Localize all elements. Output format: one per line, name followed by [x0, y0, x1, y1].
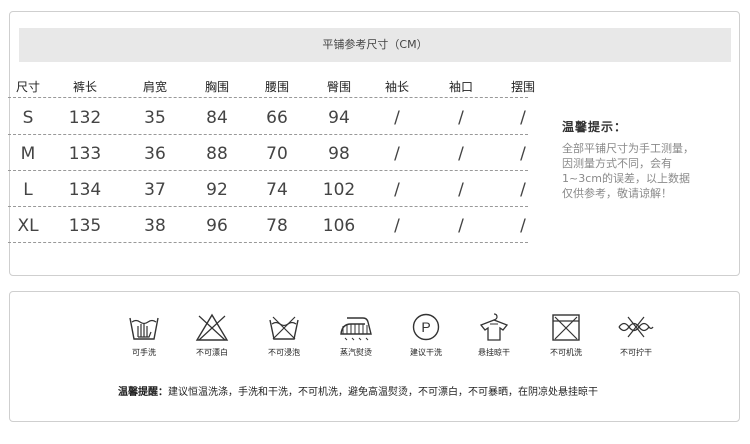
size-cell: XL [17, 216, 39, 236]
steam-iron-icon [340, 317, 372, 341]
table-cell: / [394, 108, 400, 128]
header-waist: 腰围 [264, 80, 289, 94]
table-header-row: 尺寸 裤长 肩宽 胸围 腰围 臀围 袖长 袖口 摆围 [8, 75, 535, 98]
tips-line: 1~3cm的误差，以上数据 [562, 172, 690, 185]
header-chest: 胸围 [204, 80, 229, 94]
tips-box: 温馨提示： 全部平铺尺寸为手工测量， 因测量方式不同，会有 1~3cm的误差，以… [562, 118, 722, 201]
care-label: 不可浸泡 [268, 348, 300, 357]
table-row: S 132 35 84 66 94 / / / [8, 101, 528, 135]
table-cell: 133 [68, 144, 102, 164]
header-size: 尺寸 [15, 80, 40, 94]
table-cell: 94 [328, 108, 350, 128]
tips-line: 因测量方式不同，会有 [562, 157, 672, 170]
care-item-no-soak: 不可浸泡 [252, 312, 316, 358]
table-cell: 106 [322, 216, 356, 236]
table-cell: / [458, 216, 464, 236]
hang-dry-icon [479, 313, 509, 341]
care-item-dry-clean: P 建议干洗 [394, 312, 458, 358]
header-pants-length: 裤长 [72, 80, 97, 94]
table-cell: / [458, 180, 464, 200]
table-cell: 37 [144, 180, 166, 200]
table-cell: 38 [144, 216, 166, 236]
table-cell: / [520, 180, 526, 200]
no-wring-icon [618, 316, 654, 338]
size-cell: M [20, 144, 36, 164]
care-note: 温馨提醒：建议恒温洗涤，手洗和干洗，不可机洗，避免高温熨烫，不可漂白，不可暴晒，… [118, 383, 718, 398]
care-item-steam-iron: 蒸汽熨烫 [324, 312, 388, 358]
table-cell: 134 [68, 180, 102, 200]
table-row: L 134 37 92 74 102 / / / [8, 173, 528, 207]
care-label: 不可机洗 [550, 348, 582, 357]
tips-title: 温馨提示： [562, 120, 628, 134]
table-cell: / [394, 216, 400, 236]
care-item-hang-dry: 悬挂晾干 [462, 312, 526, 358]
no-machine-wash-icon [552, 314, 580, 341]
table-row: XL 135 38 96 78 106 / / / [8, 209, 528, 243]
table-cell: 92 [206, 180, 228, 200]
table-cell: 96 [206, 216, 228, 236]
hand-wash-icon [129, 317, 159, 340]
table-cell: 66 [266, 108, 288, 128]
care-note-text: 建议恒温洗涤，手洗和干洗，不可机洗，避免高温熨烫，不可漂白，不可暴晒，在阴凉处悬… [168, 387, 598, 398]
care-label: 不可漂白 [196, 348, 228, 357]
table-row: M 133 36 88 70 98 / / / [8, 137, 528, 171]
table-cell: 78 [266, 216, 288, 236]
header-hip: 臀围 [326, 80, 351, 94]
header-shoulder: 肩宽 [142, 80, 167, 94]
table-cell: 98 [328, 144, 350, 164]
table-cell: 132 [68, 108, 102, 128]
dry-clean-icon: P [412, 313, 440, 341]
table-cell: / [520, 216, 526, 236]
care-note-label: 温馨提醒： [118, 387, 168, 398]
table-cell: 35 [144, 108, 166, 128]
table-cell: 102 [322, 180, 356, 200]
care-item-hand-wash: 可手洗 [112, 312, 176, 358]
table-cell: / [394, 180, 400, 200]
care-label: 可手洗 [132, 348, 156, 357]
care-item-no-bleach: 不可漂白 [180, 312, 244, 358]
care-label: 建议干洗 [410, 348, 442, 357]
size-cell: L [23, 180, 33, 200]
care-item-no-wring: 不可拧干 [604, 312, 668, 358]
header-cuff: 袖口 [448, 80, 473, 94]
header-sleeve-length: 袖长 [384, 80, 409, 94]
size-chart-title: 平铺参考尺寸（CM） [19, 28, 731, 62]
care-label: 不可拧干 [620, 348, 652, 357]
table-cell: / [520, 108, 526, 128]
table-cell: 74 [266, 180, 288, 200]
size-cell: S [22, 108, 34, 128]
tips-line: 仅供参考，敬请谅解！ [562, 187, 672, 200]
svg-text:P: P [421, 319, 430, 335]
table-cell: / [394, 144, 400, 164]
table-cell: 88 [206, 144, 228, 164]
care-item-no-machine-wash: 不可机洗 [534, 312, 598, 358]
care-icons-row: 可手洗 不可漂白 不可浸泡 蒸汽熨烫 P 建议干洗 悬挂晾干 不可机洗 不可拧干 [112, 312, 692, 370]
table-cell: / [520, 144, 526, 164]
care-label: 悬挂晾干 [478, 348, 510, 357]
no-bleach-icon [195, 313, 229, 341]
table-cell: / [458, 108, 464, 128]
table-cell: 70 [266, 144, 288, 164]
header-hem: 摆围 [510, 80, 535, 94]
table-cell: 135 [68, 216, 102, 236]
care-label: 蒸汽熨烫 [340, 348, 372, 357]
table-cell: 36 [144, 144, 166, 164]
table-cell: 84 [206, 108, 228, 128]
no-soak-icon [269, 316, 299, 340]
tips-line: 全部平铺尺寸为手工测量， [562, 142, 694, 155]
table-cell: / [458, 144, 464, 164]
tips-body: 全部平铺尺寸为手工测量， 因测量方式不同，会有 1~3cm的误差，以上数据 仅供… [562, 141, 722, 201]
